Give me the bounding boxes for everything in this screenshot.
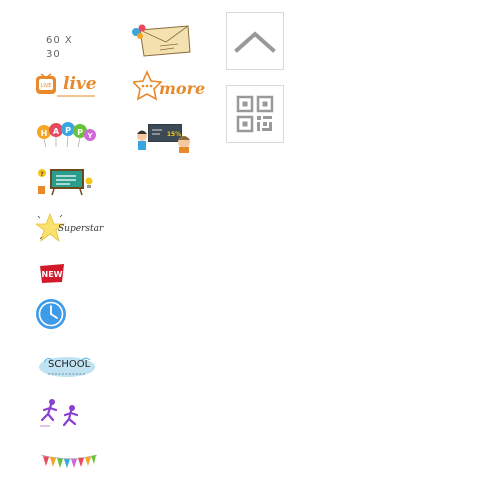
new-label: NEW <box>42 270 63 279</box>
envelope-icon <box>132 24 191 57</box>
blackboard-sticker[interactable]: ? <box>36 166 94 196</box>
happy-letter: P <box>77 128 83 137</box>
clock-icon <box>36 299 66 329</box>
more-label: more <box>159 79 206 98</box>
board-percent: 15% <box>167 131 181 138</box>
classroom-board-sticker[interactable]: 15% <box>134 120 194 154</box>
more-sticker[interactable]: more <box>131 70 205 104</box>
school-sticker[interactable]: SCHOOL <box>38 352 96 380</box>
superstar-label: Superstar <box>58 224 104 234</box>
runners-sticker[interactable] <box>38 398 84 428</box>
back-to-top-button[interactable] <box>226 12 284 70</box>
new-tag-sticker[interactable]: NEW <box>40 264 66 284</box>
happy-balloons-sticker[interactable]: H A P P Y <box>36 120 96 148</box>
envelope-sticker[interactable] <box>130 24 192 58</box>
chevron-up-icon <box>234 31 276 53</box>
qr-code-icon <box>236 95 274 133</box>
bunting-sticker[interactable] <box>40 452 98 472</box>
svg-text:?: ? <box>40 171 44 178</box>
live-badge: LIVE <box>41 83 52 89</box>
qr-code-button[interactable] <box>226 85 284 143</box>
size-placeholder-label: 60 X 30 <box>46 35 73 60</box>
happy-letter: H <box>41 129 48 138</box>
happy-letter: A <box>53 127 60 136</box>
happy-letter: Y <box>86 132 93 140</box>
live-label: live <box>63 74 97 94</box>
live-sticker[interactable]: LIVE live <box>35 72 97 100</box>
happy-letter: P <box>65 126 71 135</box>
clock-sticker[interactable] <box>35 298 67 330</box>
superstar-sticker[interactable]: Superstar <box>34 212 103 244</box>
school-label: SCHOOL <box>48 359 91 370</box>
